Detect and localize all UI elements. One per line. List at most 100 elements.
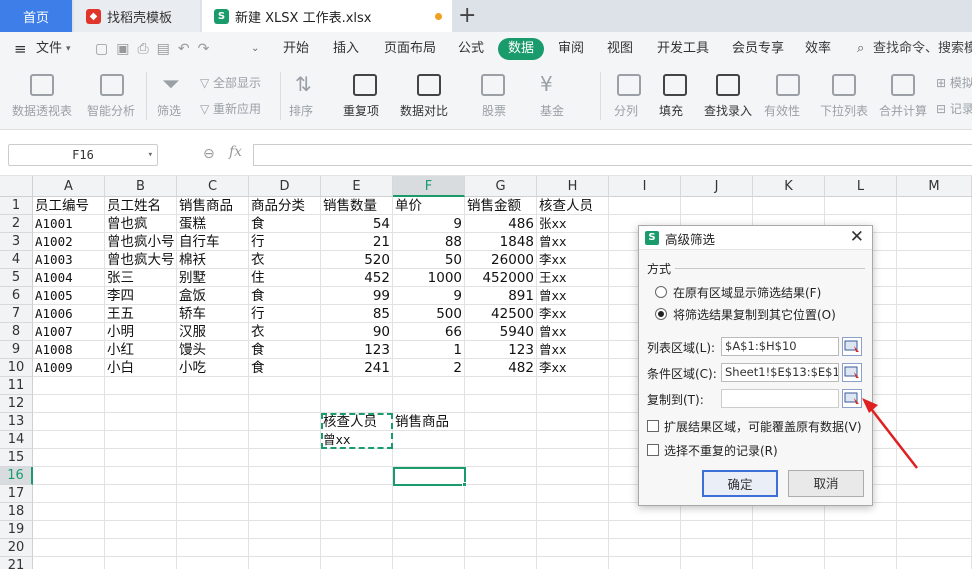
data-cell[interactable]: 曾xx — [537, 341, 609, 359]
criteria-range-picker-button[interactable] — [842, 363, 862, 382]
header-cell[interactable]: 销售金额 — [465, 197, 537, 215]
list-range-input[interactable]: $A$1:$H$10 — [721, 337, 839, 356]
data-cell[interactable]: 99 — [321, 287, 393, 305]
data-cell[interactable]: A1002 — [33, 233, 105, 251]
split-column-button[interactable]: 分列 — [614, 102, 638, 119]
data-cell[interactable]: A1009 — [33, 359, 105, 377]
copy-to-picker-button[interactable] — [842, 389, 862, 408]
data-cell[interactable]: 曾xx — [537, 233, 609, 251]
tab-workbook[interactable]: S 新建 XLSX 工作表.xlsx — [202, 0, 452, 32]
close-icon[interactable]: ✕ — [850, 227, 864, 247]
mock-button[interactable]: ⊞ 模拟 — [936, 74, 972, 91]
data-cell[interactable]: 住 — [249, 269, 321, 287]
data-cell[interactable]: 馒头 — [177, 341, 249, 359]
data-cell[interactable]: 自行车 — [177, 233, 249, 251]
data-cell[interactable]: 李四 — [105, 287, 177, 305]
column-header-e[interactable]: E — [321, 176, 393, 197]
row-header-19[interactable]: 19 — [0, 521, 33, 539]
header-cell[interactable]: 销售商品 — [177, 197, 249, 215]
data-cell[interactable]: A1003 — [33, 251, 105, 269]
data-cell[interactable]: 50 — [393, 251, 465, 269]
fund-button[interactable]: 基金 — [540, 102, 564, 119]
row-header-10[interactable]: 10 — [0, 359, 33, 377]
header-cell[interactable]: 员工姓名 — [105, 197, 177, 215]
row-header-12[interactable]: 12 — [0, 395, 33, 413]
fx-icon[interactable]: fx — [229, 144, 242, 160]
row-header-2[interactable]: 2 — [0, 215, 33, 233]
header-cell[interactable]: 员工编号 — [33, 197, 105, 215]
data-cell[interactable]: 李xx — [537, 305, 609, 323]
data-cell[interactable]: 123 — [321, 341, 393, 359]
data-cell[interactable]: 9 — [393, 287, 465, 305]
data-cell[interactable]: 500 — [393, 305, 465, 323]
data-cell[interactable]: 小吃 — [177, 359, 249, 377]
data-cell[interactable]: 别墅 — [177, 269, 249, 287]
data-cell[interactable]: 食 — [249, 341, 321, 359]
data-cell[interactable]: 张三 — [105, 269, 177, 287]
fill-handle[interactable] — [462, 482, 467, 487]
data-cell[interactable]: 曾xx — [537, 287, 609, 305]
copy-to-input[interactable] — [721, 389, 839, 408]
column-header-i[interactable]: I — [609, 176, 681, 197]
validity-button[interactable]: 有效性 — [764, 102, 800, 119]
stock-button[interactable]: 股票 — [482, 102, 506, 119]
ok-button[interactable]: 确定 — [702, 470, 778, 497]
data-cell[interactable]: 衣 — [249, 323, 321, 341]
row-header-13[interactable]: 13 — [0, 413, 33, 431]
row-header-5[interactable]: 5 — [0, 269, 33, 287]
menu-member[interactable]: 会员专享 — [732, 32, 784, 66]
column-header-l[interactable]: L — [825, 176, 897, 197]
criteria-header-cell[interactable]: 销售商品 — [393, 413, 465, 431]
row-header-1[interactable]: 1 — [0, 197, 33, 215]
data-cell[interactable]: 行 — [249, 305, 321, 323]
data-cell[interactable]: 486 — [465, 215, 537, 233]
row-header-9[interactable]: 9 — [0, 341, 33, 359]
menu-developer[interactable]: 开发工具 — [657, 32, 709, 66]
cancel-button[interactable]: 取消 — [788, 470, 864, 497]
name-box[interactable]: F16 ▾ — [8, 144, 158, 166]
data-cell[interactable]: 452000 — [465, 269, 537, 287]
data-cell[interactable]: 1 — [393, 341, 465, 359]
column-header-d[interactable]: D — [249, 176, 321, 197]
data-cell[interactable]: 241 — [321, 359, 393, 377]
column-header-h[interactable]: H — [537, 176, 609, 197]
data-cell[interactable]: 曾xx — [537, 323, 609, 341]
smart-analysis-button[interactable]: 智能分析 — [87, 102, 135, 119]
data-cell[interactable]: 26000 — [465, 251, 537, 269]
column-header-b[interactable]: B — [105, 176, 177, 197]
data-cell[interactable]: A1005 — [33, 287, 105, 305]
row-header-15[interactable]: 15 — [0, 449, 33, 467]
data-cell[interactable]: A1008 — [33, 341, 105, 359]
data-cell[interactable]: A1004 — [33, 269, 105, 287]
list-range-picker-button[interactable] — [842, 337, 862, 356]
row-header-7[interactable]: 7 — [0, 305, 33, 323]
row-header-21[interactable]: 21 — [0, 557, 33, 569]
filter-button[interactable]: 筛选 — [157, 102, 181, 119]
dropdown-list-button[interactable]: 下拉列表 — [820, 102, 868, 119]
data-cell[interactable]: 小红 — [105, 341, 177, 359]
lookup-entry-button[interactable]: 查找录入 — [704, 102, 752, 119]
zoom-icon[interactable]: ⊖ — [203, 146, 215, 162]
row-header-17[interactable]: 17 — [0, 485, 33, 503]
data-cell[interactable]: 王五 — [105, 305, 177, 323]
hamburger-icon[interactable]: ≡ — [14, 32, 27, 66]
radio-copy-to-other[interactable] — [655, 308, 667, 320]
row-header-20[interactable]: 20 — [0, 539, 33, 557]
row-header-14[interactable]: 14 — [0, 431, 33, 449]
criteria-value-cell[interactable]: 曾xx — [321, 431, 393, 449]
data-cell[interactable]: A1006 — [33, 305, 105, 323]
row-header-8[interactable]: 8 — [0, 323, 33, 341]
data-cell[interactable]: 张xx — [537, 215, 609, 233]
tab-home[interactable]: 首页 — [0, 0, 72, 32]
header-cell[interactable]: 单价 — [393, 197, 465, 215]
data-cell[interactable]: 曾也疯小号 — [105, 233, 177, 251]
menu-efficiency[interactable]: 效率 — [805, 32, 831, 66]
command-search[interactable]: 查找命令、搜索模板 — [873, 32, 972, 66]
record-button[interactable]: ⊟ 记录 — [936, 100, 972, 117]
reapply-button[interactable]: ▽ 重新应用 — [200, 100, 261, 117]
column-header-c[interactable]: C — [177, 176, 249, 197]
row-header-3[interactable]: 3 — [0, 233, 33, 251]
data-cell[interactable]: 482 — [465, 359, 537, 377]
formula-input[interactable] — [253, 144, 972, 166]
data-cell[interactable]: 李xx — [537, 251, 609, 269]
